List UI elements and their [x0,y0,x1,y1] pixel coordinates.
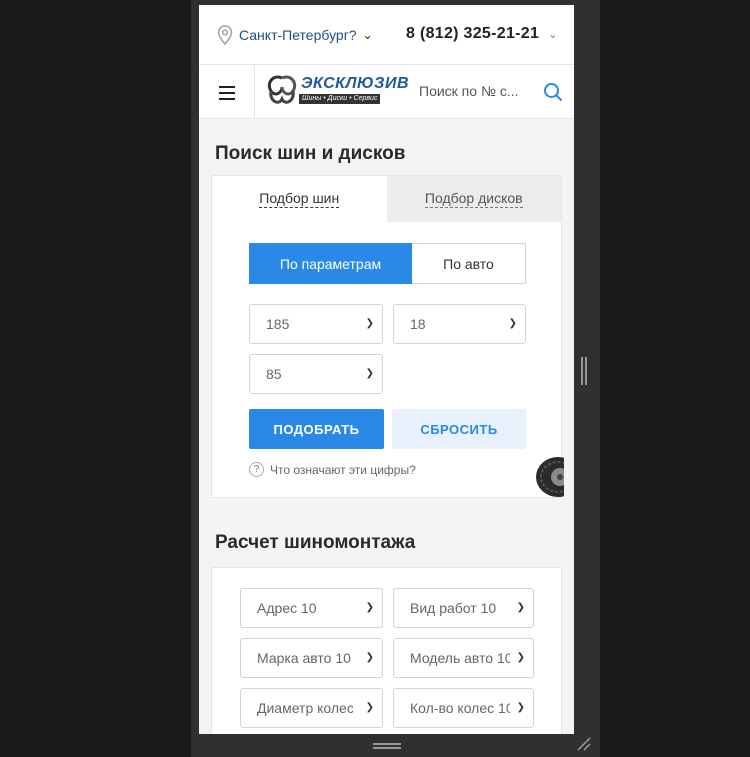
resize-handle-right[interactable] [581,357,587,385]
chevron-down-icon: ❯ [365,602,374,613]
phone-number[interactable]: 8 (812) 325-21-21 [406,25,539,43]
work-type-select[interactable]: Вид работ 10 ❯ [393,588,534,628]
car-brand-value: Марка авто 10 [257,650,351,666]
car-brand-select[interactable]: Марка авто 10 ❯ [240,638,383,678]
search-icon[interactable] [543,82,563,102]
chevron-down-icon: ❯ [365,652,374,663]
reset-button[interactable]: СБРОСИТЬ [392,409,526,449]
tab-tires-label: Подбор шин [259,190,340,208]
question-icon: ? [249,462,264,477]
address-select[interactable]: Адрес 10 ❯ [240,588,383,628]
tire-diameter-value: 18 [410,316,426,332]
city-name[interactable]: Санкт-Петербург? [239,27,357,43]
tire-image [536,457,564,497]
help-link[interactable]: ? Что означают эти цифры? [249,462,416,477]
car-model-select[interactable]: Модель авто 10 ❯ [393,638,534,678]
mode-by-car-button[interactable]: По авто [412,243,526,284]
work-type-value: Вид работ 10 [410,600,497,616]
address-value: Адрес 10 [257,600,317,616]
tire-diameter-select[interactable]: 18 ❯ [393,304,526,344]
search-input[interactable]: Поиск по № с... [419,83,519,99]
phone-selector[interactable]: 8 (812) 325-21-21 ⌄ [406,25,557,43]
chevron-down-icon: ❯ [365,368,374,379]
device-frame-right [574,0,600,757]
hamburger-line [219,86,235,88]
site-logo[interactable]: ЭКСКЛЮЗИВ Шины • Диски • Сервис [265,75,409,107]
wheel-count-select[interactable]: Кол-во колес 10 ❯ [393,688,534,728]
tire-profile-select[interactable]: 85 ❯ [249,354,383,394]
chevron-down-icon: ⌄ [548,28,558,41]
wheel-diameter-select[interactable]: Диаметр колес ❯ [240,688,383,728]
help-link-text: Что означают эти цифры? [270,462,416,477]
tire-fitting-card: Адрес 10 ❯ Вид работ 10 ❯ Марка авто 10 … [211,567,562,734]
mobile-screen: Санкт-Петербург? ⌄ 8 (812) 325-21-21 ⌄ Э… [199,5,574,734]
hamburger-line [219,98,235,100]
tab-disks[interactable]: Подбор дисков [386,176,561,222]
tab-tires[interactable]: Подбор шин [212,176,387,222]
hamburger-line [219,92,235,94]
chevron-down-icon: ❯ [516,602,525,613]
chevron-down-icon: ❯ [516,652,525,663]
tire-search-tabs: Подбор шин Подбор дисков [212,176,561,222]
city-selector[interactable]: Санкт-Петербург? ⌄ [217,25,373,45]
logo-emblem-icon [267,75,297,104]
location-pin-icon [217,25,233,45]
chevron-down-icon: ❯ [508,318,517,329]
tire-search-card: Подбор шин Подбор дисков По параметрам П… [211,175,564,498]
logo-tagline: Шины • Диски • Сервис [299,94,381,104]
resize-corner-icon[interactable] [576,737,592,751]
search-mode-switch: По параметрам По авто [249,243,526,284]
tire-search-title: Поиск шин и дисков [215,143,406,164]
chevron-down-icon: ❯ [516,702,525,713]
chevron-down-icon: ⌄ [362,28,373,42]
tire-fitting-title: Расчет шиномонтажа [215,532,416,553]
menu-button[interactable] [199,65,255,119]
tire-profile-value: 85 [266,366,282,382]
wheel-diameter-value: Диаметр колес [257,700,353,716]
chevron-down-icon: ❯ [365,318,374,329]
tab-disks-label: Подбор дисков [424,190,523,208]
device-frame-left [191,0,199,757]
resize-handle-bottom[interactable] [373,743,401,749]
tire-width-value: 185 [266,316,290,332]
top-bar: Санкт-Петербург? ⌄ 8 (812) 325-21-21 ⌄ [199,5,574,65]
logo-wordmark: ЭКСКЛЮЗИВ [301,75,410,92]
tire-width-select[interactable]: 185 ❯ [249,304,383,344]
car-model-value: Модель авто 10 [410,650,510,666]
wheel-count-value: Кол-во колес 10 [410,700,510,716]
chevron-down-icon: ❯ [365,702,374,713]
submit-button[interactable]: ПОДОБРАТЬ [249,409,384,449]
mode-by-params-button[interactable]: По параметрам [249,243,412,284]
site-header: ЭКСКЛЮЗИВ Шины • Диски • Сервис Поиск по… [199,65,574,119]
